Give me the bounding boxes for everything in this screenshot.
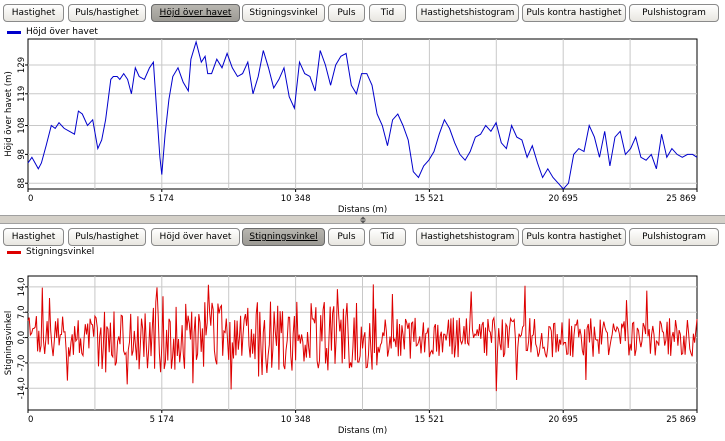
y-axis-title: Stigningsvinkel bbox=[4, 311, 14, 375]
x-tick-label: 15 521 bbox=[415, 194, 445, 204]
x-tick-label: 25 869 bbox=[666, 415, 696, 425]
pane-splitter[interactable] bbox=[0, 215, 725, 224]
x-tick-label: 5 174 bbox=[150, 194, 174, 204]
x-tick-label: 25 869 bbox=[666, 194, 696, 204]
x-tick-label: 20 695 bbox=[548, 415, 578, 425]
y-tick-label: 14,0 bbox=[17, 277, 27, 296]
x-tick-label: 5 174 bbox=[150, 415, 174, 425]
x-tick-label: 15 521 bbox=[415, 415, 445, 425]
y-tick-label: -14,0 bbox=[17, 377, 27, 399]
y-tick-label: 7,0 bbox=[17, 305, 27, 319]
y-tick-label: 108 bbox=[17, 117, 27, 133]
x-tick-label: 0 bbox=[28, 194, 33, 204]
gradient-chart: 0 5 174 10 348 15 521 20 695 25 869 -14,0 -7,0 0… bbox=[4, 275, 698, 436]
y-tick-label: 98 bbox=[17, 149, 27, 160]
y-tick-label: 88 bbox=[17, 178, 27, 189]
y-tick-label: 0,0 bbox=[17, 331, 27, 345]
x-axis-title: Distans (m) bbox=[338, 426, 387, 436]
x-tick-label: 0 bbox=[28, 415, 33, 425]
elevation-chart: 0 5 174 10 348 15 521 20 695 25 869 88 98 108 119… bbox=[4, 38, 698, 215]
y-tick-label: 129 bbox=[17, 57, 27, 73]
y-axis-title: Höjd över havet (m) bbox=[4, 71, 14, 157]
x-tick-label: 20 695 bbox=[548, 194, 578, 204]
x-tick-label: 10 348 bbox=[281, 415, 311, 425]
x-axis-title: Distans (m) bbox=[338, 205, 387, 215]
elevation-panel: Hastighet Puls/hastighet Höjd över havet St… bbox=[0, 0, 725, 215]
splitter-arrows-icon bbox=[360, 216, 366, 224]
y-tick-label: 119 bbox=[17, 86, 27, 102]
gradient-panel: Hastighet Puls/hastighet Höjd över havet St… bbox=[0, 224, 725, 441]
x-tick-label: 10 348 bbox=[281, 194, 311, 204]
y-tick-label: -7,0 bbox=[17, 355, 27, 372]
